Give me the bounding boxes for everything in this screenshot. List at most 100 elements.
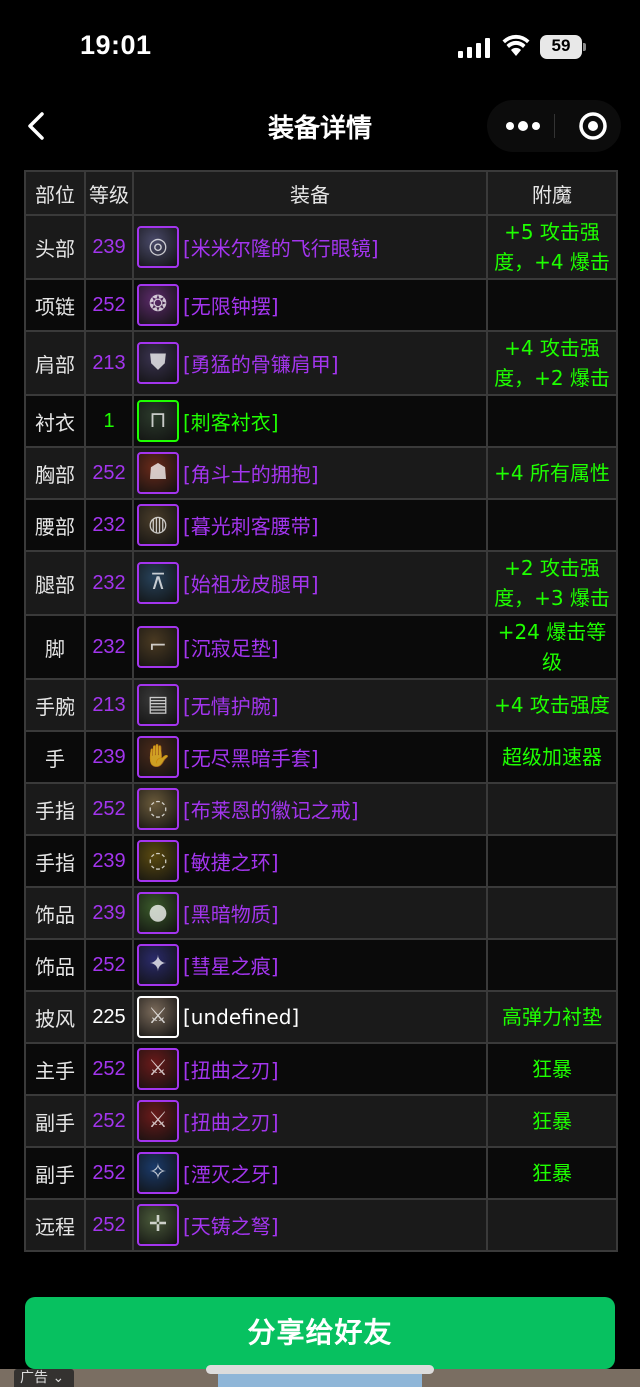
item-cell[interactable]: ⚔ [undefined]: [132, 990, 488, 1044]
ring-icon[interactable]: ◌: [137, 788, 179, 830]
item-cell[interactable]: ▤ [无情护腕]: [132, 678, 488, 732]
item-name[interactable]: [扭曲之刃]: [183, 1059, 279, 1083]
item-cell[interactable]: ● [黑暗物质]: [132, 886, 488, 940]
enchant-cell: 狂暴: [486, 1042, 618, 1096]
table-row[interactable]: 副手 252 ✧ [湮灭之牙] 狂暴: [24, 1146, 618, 1200]
table-row[interactable]: 脚 232 ⌐ [沉寂足垫] +24 爆击等级: [24, 614, 618, 680]
item-cell[interactable]: ◍ [暮光刺客腰带]: [132, 498, 488, 552]
boots-icon[interactable]: ⌐: [137, 626, 179, 668]
item-name[interactable]: [布莱恩的徽记之戒]: [183, 799, 359, 823]
item-cell[interactable]: ☗ [角斗士的拥抱]: [132, 446, 488, 500]
ad-label[interactable]: 广告 ⌄: [14, 1369, 74, 1387]
item-level-cell: 239: [84, 834, 134, 888]
table-row[interactable]: 腿部 232 ⊼ [始祖龙皮腿甲] +2 攻击强度，+3 爆击: [24, 550, 618, 616]
item-name[interactable]: [天铸之弩]: [183, 1215, 279, 1239]
item-name[interactable]: [彗星之痕]: [183, 955, 279, 979]
bracer-icon[interactable]: ▤: [137, 684, 179, 726]
item-cell[interactable]: ✋ [无尽黑暗手套]: [132, 730, 488, 784]
item-level-cell: 232: [84, 550, 134, 616]
table-row[interactable]: 饰品 252 ✦ [彗星之痕]: [24, 938, 618, 992]
slot-cell: 饰品: [24, 886, 86, 940]
chest-armor-icon[interactable]: ☗: [137, 452, 179, 494]
item-name[interactable]: [无情护腕]: [183, 695, 279, 719]
shoulder-armor-icon[interactable]: ⛊: [137, 342, 179, 384]
ad-label-text: 广告: [20, 1370, 48, 1386]
item-cell[interactable]: ⌐ [沉寂足垫]: [132, 614, 488, 680]
enchant-cell: [486, 938, 618, 992]
slot-cell: 项链: [24, 278, 86, 332]
item-cell[interactable]: ⊼ [始祖龙皮腿甲]: [132, 550, 488, 616]
item-cell[interactable]: ⊓ [刺客衬衣]: [132, 394, 488, 448]
table-row[interactable]: 远程 252 ✛ [天铸之弩]: [24, 1198, 618, 1252]
item-name[interactable]: [角斗士的拥抱]: [183, 463, 319, 487]
enchant-cell: [486, 1198, 618, 1252]
table-row[interactable]: 肩部 213 ⛊ [勇猛的骨镰肩甲] +4 攻击强度，+2 爆击: [24, 330, 618, 396]
share-to-friends-button[interactable]: 分享给好友: [25, 1297, 615, 1369]
dagger-icon[interactable]: ⚔: [137, 1100, 179, 1142]
goggles-icon[interactable]: ◎: [137, 226, 179, 268]
battery-level: 59: [551, 36, 571, 55]
leg-armor-icon[interactable]: ⊼: [137, 562, 179, 604]
item-name[interactable]: [无限钟摆]: [183, 295, 279, 319]
item-name[interactable]: [刺客衬衣]: [183, 411, 279, 435]
comet-trinket-icon[interactable]: ✦: [137, 944, 179, 986]
table-row[interactable]: 手指 239 ◌ [敏捷之环]: [24, 834, 618, 888]
item-name[interactable]: [敏捷之环]: [183, 851, 279, 875]
item-name[interactable]: [黑暗物质]: [183, 903, 279, 927]
dagger-icon[interactable]: ⚔: [137, 1048, 179, 1090]
table-row[interactable]: 腰部 232 ◍ [暮光刺客腰带]: [24, 498, 618, 552]
crossbow-icon[interactable]: ✛: [137, 1204, 179, 1246]
wifi-icon: [502, 34, 530, 56]
target-icon[interactable]: [555, 100, 621, 152]
necklace-icon[interactable]: ❂: [137, 284, 179, 326]
item-name[interactable]: [勇猛的骨镰肩甲]: [183, 353, 339, 377]
item-cell[interactable]: ✦ [彗星之痕]: [132, 938, 488, 992]
mini-program-capsule: [487, 100, 621, 152]
enchant-cell: +2 攻击强度，+3 爆击: [486, 550, 618, 616]
table-row[interactable]: 头部 239 ◎ [米米尔隆的飞行眼镜] +5 攻击强度，+4 爆击: [24, 214, 618, 280]
item-cell[interactable]: ◌ [布莱恩的徽记之戒]: [132, 782, 488, 836]
slot-cell: 副手: [24, 1146, 86, 1200]
table-row[interactable]: 披风 225 ⚔ [undefined] 高弹力衬垫: [24, 990, 618, 1044]
slot-cell: 手: [24, 730, 86, 784]
item-name[interactable]: [始祖龙皮腿甲]: [183, 573, 319, 597]
table-row[interactable]: 主手 252 ⚔ [扭曲之刃] 狂暴: [24, 1042, 618, 1096]
table-row[interactable]: 副手 252 ⚔ [扭曲之刃] 狂暴: [24, 1094, 618, 1148]
table-row[interactable]: 手指 252 ◌ [布莱恩的徽记之戒]: [24, 782, 618, 836]
item-name[interactable]: [暮光刺客腰带]: [183, 515, 319, 539]
header-item: 装备: [132, 170, 488, 216]
item-cell[interactable]: ⚔ [扭曲之刃]: [132, 1042, 488, 1096]
item-cell[interactable]: ❂ [无限钟摆]: [132, 278, 488, 332]
item-cell[interactable]: ◎ [米米尔隆的飞行眼镜]: [132, 214, 488, 280]
item-cell[interactable]: ✛ [天铸之弩]: [132, 1198, 488, 1252]
item-name[interactable]: [沉寂足垫]: [183, 637, 279, 661]
more-dots-icon[interactable]: [487, 100, 554, 152]
ring-icon[interactable]: ◌: [137, 840, 179, 882]
item-name[interactable]: [湮灭之牙]: [183, 1163, 279, 1187]
shirt-icon[interactable]: ⊓: [137, 400, 179, 442]
slot-cell: 远程: [24, 1198, 86, 1252]
item-cell[interactable]: ⚔ [扭曲之刃]: [132, 1094, 488, 1148]
fang-dagger-icon[interactable]: ✧: [137, 1152, 179, 1194]
table-row[interactable]: 手腕 213 ▤ [无情护腕] +4 攻击强度: [24, 678, 618, 732]
item-cell[interactable]: ◌ [敏捷之环]: [132, 834, 488, 888]
item-name[interactable]: [米米尔隆的飞行眼镜]: [183, 237, 379, 261]
item-level-cell: 232: [84, 614, 134, 680]
table-row[interactable]: 饰品 239 ● [黑暗物质]: [24, 886, 618, 940]
item-name[interactable]: [扭曲之刃]: [183, 1111, 279, 1135]
belt-icon[interactable]: ◍: [137, 504, 179, 546]
table-row[interactable]: 手 239 ✋ [无尽黑暗手套] 超级加速器: [24, 730, 618, 784]
status-bar: 19:01 59: [0, 0, 640, 96]
item-name[interactable]: [无尽黑暗手套]: [183, 747, 319, 771]
table-row[interactable]: 衬衣 1 ⊓ [刺客衬衣]: [24, 394, 618, 448]
item-cell[interactable]: ✧ [湮灭之牙]: [132, 1146, 488, 1200]
table-row[interactable]: 胸部 252 ☗ [角斗士的拥抱] +4 所有属性: [24, 446, 618, 500]
item-name[interactable]: [undefined]: [183, 1005, 299, 1029]
trinket-icon[interactable]: ●: [137, 892, 179, 934]
table-row[interactable]: 项链 252 ❂ [无限钟摆]: [24, 278, 618, 332]
cloak-icon[interactable]: ⚔: [137, 996, 179, 1038]
gloves-icon[interactable]: ✋: [137, 736, 179, 778]
slot-cell: 手指: [24, 834, 86, 888]
item-cell[interactable]: ⛊ [勇猛的骨镰肩甲]: [132, 330, 488, 396]
equipment-table: 部位 等级 装备 附魔 头部 239 ◎ [米米尔隆的飞行眼镜] +5 攻击强度，+4 …: [24, 170, 618, 1252]
